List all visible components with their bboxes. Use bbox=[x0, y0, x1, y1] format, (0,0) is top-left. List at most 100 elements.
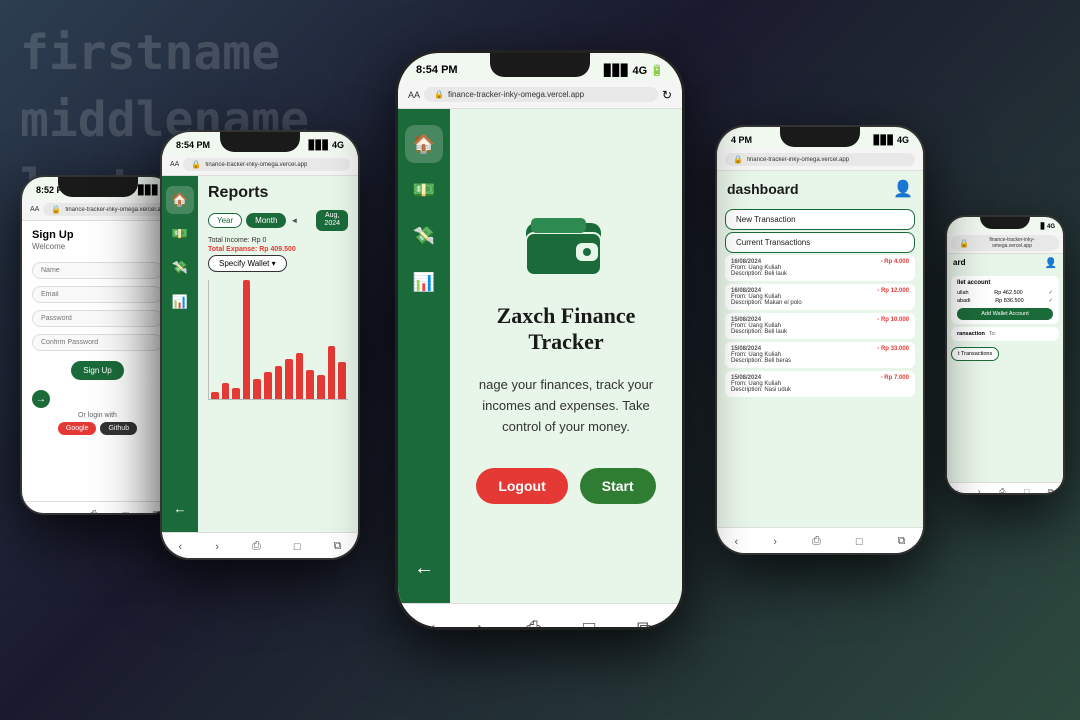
url-bar-rc[interactable]: 🔒 finance-tracker-inky-omega.vercel.app bbox=[725, 153, 915, 166]
google-button[interactable]: Google bbox=[58, 422, 97, 435]
nav-book-center[interactable]: □ bbox=[583, 618, 595, 627]
prev-month[interactable]: ◄ bbox=[290, 216, 298, 225]
transaction-item: 16/08/2024- Rp 12.000 From: Uang Kuliah … bbox=[725, 284, 915, 310]
phone-center: 8:54 PM ▊▊▊ 4G 🔋 AA 🔒 finance-tracker-in… bbox=[395, 50, 685, 630]
nav-rc4[interactable]: □ bbox=[856, 536, 863, 548]
password-input[interactable] bbox=[32, 310, 163, 327]
nav-rc5[interactable]: ⧉ bbox=[898, 535, 906, 548]
chart-bar bbox=[306, 370, 314, 399]
notch bbox=[58, 177, 138, 197]
nav-prev-center[interactable]: ‹ bbox=[429, 618, 436, 627]
chart-bar bbox=[317, 375, 325, 399]
nav-fwd[interactable]: › bbox=[62, 510, 66, 514]
nav-rc1[interactable]: ‹ bbox=[735, 536, 739, 548]
nav-b3[interactable]: ⎙ bbox=[252, 540, 261, 553]
nav-home-center[interactable]: 🏠 bbox=[405, 125, 443, 163]
nav-chart-lc[interactable]: 📊 bbox=[166, 288, 194, 316]
check-1: ✓ bbox=[1048, 290, 1053, 296]
bottom-nav-fr: ‹ › ⎙ □ ⧉ bbox=[947, 482, 1063, 493]
wallet-amount-1: Rp 462.500 bbox=[994, 290, 1022, 296]
nav-b4[interactable]: □ bbox=[294, 541, 301, 553]
bottom-nav-far-left: ‹ › ⎙ □ ⧉ bbox=[22, 501, 173, 513]
start-button[interactable]: Start bbox=[580, 468, 656, 504]
transaction-item: 16/08/2024- Rp 4.000 From: Uang Kuliah D… bbox=[725, 255, 915, 281]
fr-wallet-title: llet account bbox=[957, 280, 1053, 286]
nav-fr3[interactable]: ⎙ bbox=[999, 487, 1005, 494]
current-transactions-button[interactable]: Current Transactions bbox=[725, 232, 915, 253]
chart-bar bbox=[264, 372, 272, 398]
nav-rc2[interactable]: › bbox=[773, 536, 777, 548]
nav-next-center[interactable]: › bbox=[477, 618, 484, 627]
github-button[interactable]: Github bbox=[100, 422, 137, 435]
nav-tabs-center[interactable]: ⧉ bbox=[637, 618, 651, 627]
fr-list-transactions-button[interactable]: t Transactions bbox=[951, 347, 999, 361]
month-text: Aug,2024 bbox=[324, 212, 340, 229]
nav-b5[interactable]: ⧉ bbox=[334, 540, 342, 553]
url-text-fr: finance-tracker-inky-omega.vercel.app bbox=[973, 237, 1051, 249]
lock-icon-lc: 🔒 bbox=[191, 160, 201, 169]
nav-transfer-center[interactable]: 💸 bbox=[405, 217, 443, 255]
nav-back-lc[interactable]: ← bbox=[166, 494, 194, 522]
nav-fr2[interactable]: › bbox=[978, 487, 981, 493]
total-income: Total Income: Rp 0 bbox=[208, 237, 348, 244]
nav-money-lc[interactable]: 💵 bbox=[166, 220, 194, 248]
notch-rc bbox=[780, 127, 860, 147]
signup-screen: 8:52 PM ▊▊▊ AA 🔒 finance-tracker-inky-om… bbox=[22, 177, 173, 513]
url-text-lc: finance-tracker-inky-omega.vercel.app bbox=[205, 162, 307, 168]
nav-fr5[interactable]: ⧉ bbox=[1048, 487, 1054, 494]
lock-icon-fr: 🔒 bbox=[959, 239, 969, 248]
forward-arrow[interactable]: → bbox=[32, 390, 50, 408]
time-rc: 4 PM bbox=[731, 135, 752, 145]
url-bar-fr[interactable]: 🔒 finance-tracker-inky-omega.vercel.app bbox=[951, 235, 1059, 251]
fr-user-icon[interactable]: 👤 bbox=[1045, 258, 1057, 269]
nav-money-center[interactable]: 💵 bbox=[405, 171, 443, 209]
nav-home-lc[interactable]: 🏠 bbox=[166, 186, 194, 214]
reports-side-nav: 🏠 💵 💸 📊 ← bbox=[162, 176, 198, 532]
nav-b2[interactable]: › bbox=[215, 541, 219, 553]
url-text-rc: finance-tracker-inky-omega.vercel.app bbox=[747, 157, 849, 163]
logout-button[interactable]: Logout bbox=[476, 468, 567, 504]
filter-year[interactable]: Year bbox=[208, 213, 242, 228]
chart-bar bbox=[275, 366, 283, 399]
signup-button[interactable]: Sign Up bbox=[71, 361, 123, 380]
lock-icon-rc: 🔒 bbox=[733, 155, 743, 164]
wallet-name-2: abadi bbox=[957, 298, 970, 304]
transaction-list: 16/08/2024- Rp 4.000 From: Uang Kuliah D… bbox=[717, 255, 923, 400]
signal-center: ▊▊▊ 4G 🔋 bbox=[604, 64, 664, 77]
transaction-item: 15/08/2024- Rp 7.000 From: Uang Kuliah D… bbox=[725, 371, 915, 397]
nav-back-center[interactable]: ← bbox=[405, 549, 443, 587]
wallet-row-2: abadi Rp 836.500 ✓ bbox=[957, 297, 1053, 305]
name-input[interactable] bbox=[32, 262, 163, 279]
nav-fr4[interactable]: □ bbox=[1024, 487, 1029, 493]
nav-rc3[interactable]: ⎙ bbox=[812, 535, 821, 548]
chart-bar bbox=[285, 359, 293, 399]
nav-chart-center[interactable]: 📊 bbox=[405, 263, 443, 301]
fr-header: ard 👤 bbox=[947, 254, 1063, 273]
specify-wallet-button[interactable]: Specify Wallet ▾ bbox=[208, 255, 287, 272]
user-icon-rc[interactable]: 👤 bbox=[893, 179, 913, 199]
signup-content: Sign Up Welcome Sign Up → Or login with … bbox=[22, 221, 173, 501]
nav-share[interactable]: ⎙ bbox=[90, 509, 99, 513]
reload-icon[interactable]: ↻ bbox=[662, 88, 672, 102]
nav-transfer-lc[interactable]: 💸 bbox=[166, 254, 194, 282]
confirm-password-input[interactable] bbox=[32, 334, 163, 351]
url-bar-center[interactable]: 🔒 finance-tracker-inky-omega.vercel.app bbox=[424, 87, 658, 102]
nav-fr1[interactable]: ‹ bbox=[956, 487, 959, 493]
nav-share-center[interactable]: ⎙ bbox=[525, 618, 541, 627]
nav-b1[interactable]: ‹ bbox=[179, 541, 183, 553]
new-transaction-button[interactable]: New Transaction bbox=[725, 209, 915, 230]
add-wallet-button[interactable]: Add Wallet Account bbox=[957, 308, 1053, 320]
far-right-screen: ▊ 4G 🔒 finance-tracker-inky-omega.vercel… bbox=[947, 217, 1063, 493]
url-bar-lc[interactable]: 🔒 finance-tracker-inky-omega.vercel.app bbox=[183, 158, 350, 171]
dashboard-screen: 4 PM ▊▊▊ 4G 🔒 finance-tracker-inky-omega… bbox=[717, 127, 923, 553]
nav-back[interactable]: ‹ bbox=[34, 510, 38, 514]
browser-bar-rc: 🔒 finance-tracker-inky-omega.vercel.app bbox=[717, 149, 923, 171]
wallet-row-1: uliah Rp 462.500 ✓ bbox=[957, 289, 1053, 297]
dashboard-content: dashboard 👤 New Transaction Current Tran… bbox=[717, 171, 923, 527]
notch-center bbox=[490, 53, 590, 77]
lock-icon: 🔒 bbox=[51, 205, 61, 214]
email-input[interactable] bbox=[32, 286, 163, 303]
url-bar[interactable]: 🔒 finance-tracker-inky-omega.vercel.app bbox=[43, 203, 173, 216]
nav-book[interactable]: □ bbox=[122, 510, 129, 514]
filter-month[interactable]: Month bbox=[246, 213, 286, 228]
